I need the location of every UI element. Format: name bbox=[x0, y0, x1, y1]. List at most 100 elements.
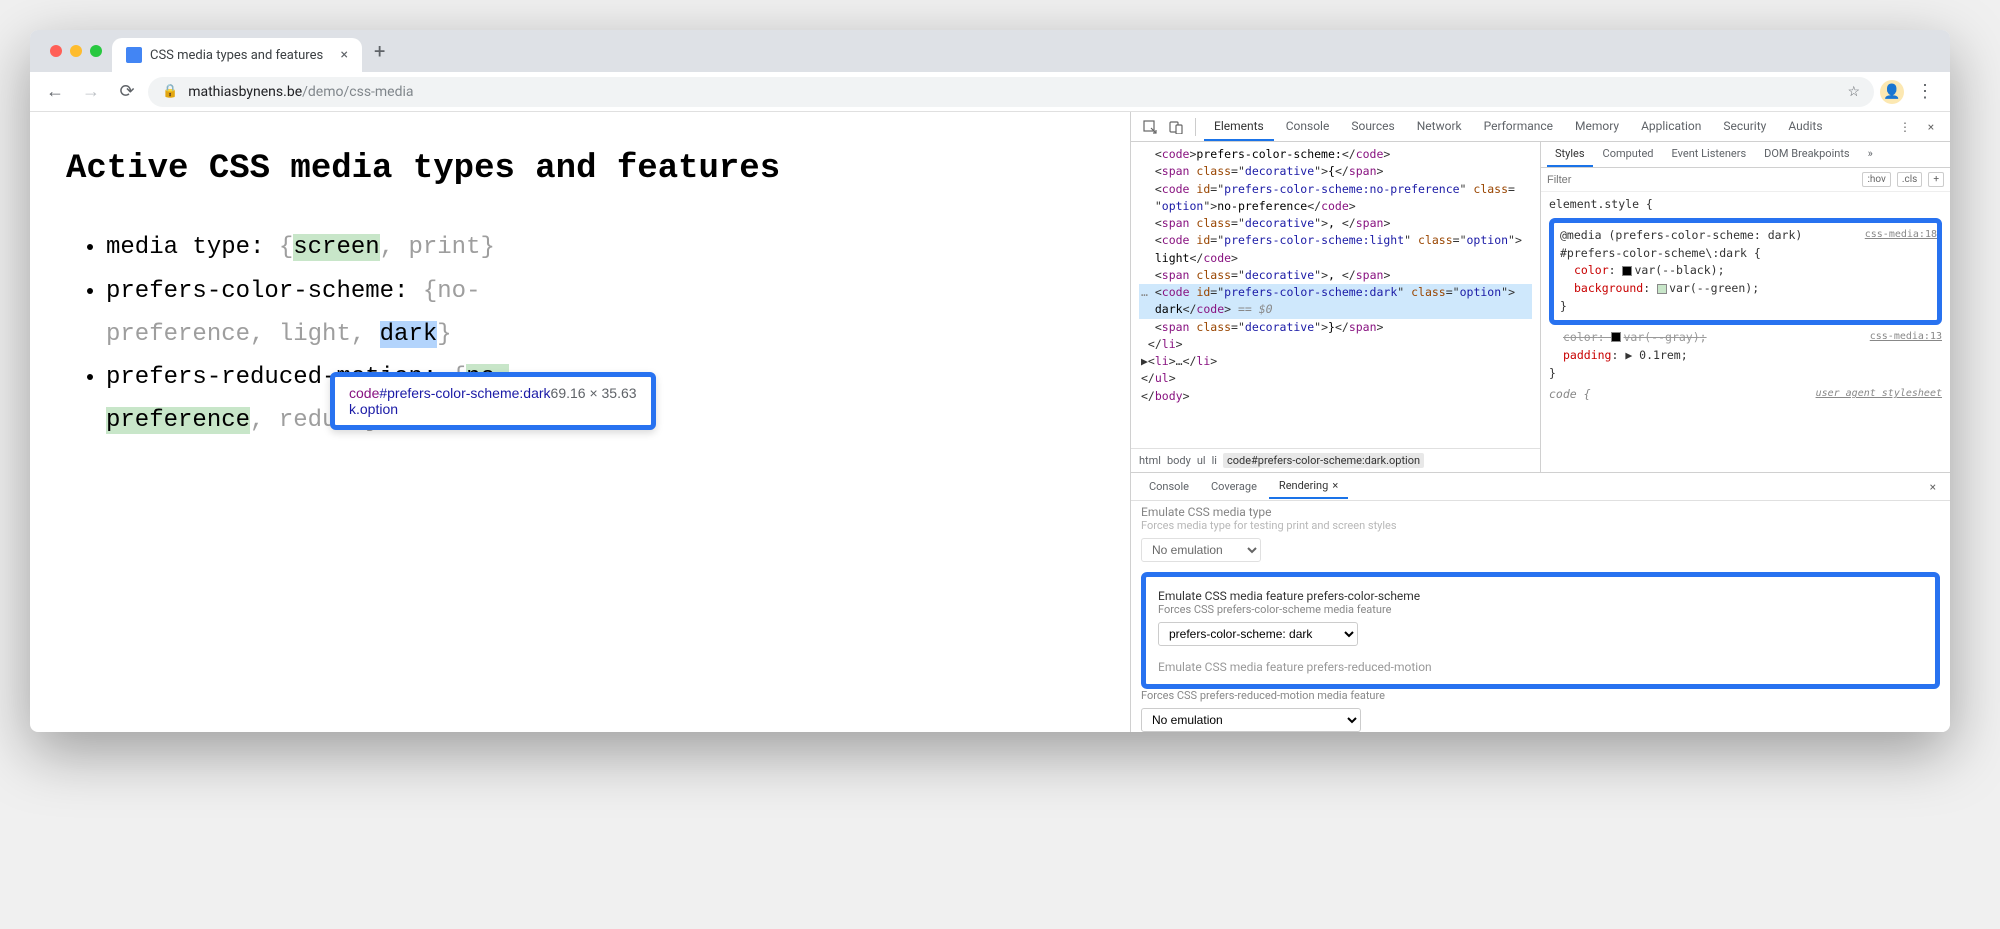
traffic-lights bbox=[40, 45, 112, 57]
crumb[interactable]: ul bbox=[1197, 454, 1206, 467]
tab-memory[interactable]: Memory bbox=[1565, 113, 1629, 141]
dom-breadcrumb[interactable]: html body ul li code#prefers-color-schem… bbox=[1131, 448, 1540, 472]
page-viewport: Active CSS media types and features medi… bbox=[30, 112, 1130, 732]
page-title: Active CSS media types and features bbox=[66, 142, 1094, 196]
window-close[interactable] bbox=[50, 45, 62, 57]
add-rule-icon[interactable]: + bbox=[1928, 172, 1944, 187]
close-icon[interactable]: × bbox=[1332, 479, 1338, 492]
crumb-active[interactable]: code#prefers-color-scheme:dark.option bbox=[1223, 453, 1424, 468]
drawer-close-icon[interactable]: × bbox=[1924, 480, 1942, 494]
browser-tab[interactable]: CSS media types and features × bbox=[112, 38, 362, 72]
tooltip-id: #prefers-color-scheme:dark bbox=[379, 385, 550, 401]
window-minimize[interactable] bbox=[70, 45, 82, 57]
source-link[interactable]: css-media:13 bbox=[1870, 329, 1942, 345]
prop-value: var(--green) bbox=[1669, 281, 1752, 295]
section-title: Emulate CSS media feature prefers-reduce… bbox=[1158, 660, 1923, 674]
styles-body[interactable]: element.style { css-media:18 @media (pre… bbox=[1541, 192, 1950, 472]
cls-toggle[interactable]: .cls bbox=[1897, 172, 1922, 187]
list-item: media type: {screen, print} bbox=[106, 226, 1094, 269]
inspect-icon[interactable] bbox=[1139, 116, 1161, 138]
ua-rule: user agent stylesheet code { bbox=[1549, 386, 1942, 404]
toolbar: ← → ⟳ 🔒 mathiasbynens.be/demo/css-media … bbox=[30, 72, 1950, 112]
tooltip-tag: code bbox=[349, 385, 379, 401]
section-desc: Forces CSS prefers-color-scheme media fe… bbox=[1158, 603, 1923, 616]
devtools-panel: Elements Console Sources Network Perform… bbox=[1130, 112, 1950, 732]
rule-close: } bbox=[1549, 365, 1942, 383]
tab-close-icon[interactable]: × bbox=[341, 47, 348, 63]
devtools-close-icon[interactable]: × bbox=[1920, 116, 1942, 138]
rule-close: } bbox=[1560, 298, 1931, 316]
back-button[interactable]: ← bbox=[40, 77, 70, 107]
tab-audits[interactable]: Audits bbox=[1778, 113, 1832, 141]
devtools-toolbar: Elements Console Sources Network Perform… bbox=[1131, 112, 1950, 142]
tab-styles[interactable]: Styles bbox=[1547, 142, 1593, 167]
devtools-tabs: Elements Console Sources Network Perform… bbox=[1204, 113, 1890, 141]
styles-filter-input[interactable] bbox=[1547, 174, 1856, 186]
list-item: prefers-color-scheme: {no-preference, li… bbox=[106, 270, 1094, 356]
reduced-motion-select[interactable]: No emulation bbox=[1141, 708, 1361, 732]
section-desc: Forces media type for testing print and … bbox=[1141, 519, 1940, 532]
prop-value: var(--gray) bbox=[1623, 330, 1699, 344]
tooltip-dimensions: 69.16 × 35.63 bbox=[551, 385, 637, 401]
crumb[interactable]: body bbox=[1167, 454, 1191, 467]
tab-label: Rendering bbox=[1279, 479, 1328, 492]
crumb[interactable]: li bbox=[1212, 454, 1217, 467]
element-style-rule: element.style { bbox=[1549, 196, 1942, 214]
dom-tree[interactable]: <code>prefers-color-scheme:</code> <span… bbox=[1131, 142, 1540, 448]
media-type-select[interactable]: No emulation bbox=[1141, 538, 1261, 562]
devtools-menu-icon[interactable]: ⋮ bbox=[1894, 116, 1916, 138]
rendering-body: Emulate CSS media type Forces media type… bbox=[1131, 501, 1950, 732]
tab-console[interactable]: Console bbox=[1276, 113, 1340, 141]
menu-button[interactable]: ⋮ bbox=[1910, 77, 1940, 107]
tab-security[interactable]: Security bbox=[1713, 113, 1776, 141]
elements-pane: <code>prefers-color-scheme:</code> <span… bbox=[1131, 142, 1541, 472]
url-host: mathiasbynens.be bbox=[188, 84, 302, 100]
styles-pane: Styles Computed Event Listeners DOM Brea… bbox=[1541, 142, 1950, 472]
tab-application[interactable]: Application bbox=[1631, 113, 1711, 141]
tooltip-class: k.option bbox=[349, 401, 398, 417]
color-scheme-callout: Emulate CSS media feature prefers-color-… bbox=[1141, 572, 1940, 689]
section-title: Emulate CSS media feature prefers-color-… bbox=[1158, 589, 1923, 603]
option-rule: css-media:13 color: var(--gray); padding… bbox=[1549, 329, 1942, 382]
element-inspector-tooltip: code#prefers-color-scheme:dark 69.16 × 3… bbox=[330, 372, 656, 430]
new-tab-button[interactable]: + bbox=[362, 39, 397, 63]
section-title: Emulate CSS media type bbox=[1141, 505, 1940, 519]
tab-strip: CSS media types and features × + bbox=[30, 30, 1950, 72]
source-link[interactable]: css-media:18 bbox=[1865, 227, 1937, 243]
reload-button[interactable]: ⟳ bbox=[112, 77, 142, 107]
crumb[interactable]: html bbox=[1139, 454, 1161, 467]
tab-more-icon[interactable]: » bbox=[1860, 142, 1881, 167]
prop-value: ▶ 0.1rem bbox=[1625, 348, 1680, 362]
selector-text: code { bbox=[1549, 387, 1591, 401]
tab-performance[interactable]: Performance bbox=[1474, 113, 1563, 141]
drawer-panel: Console Coverage Rendering × × Emulate C… bbox=[1131, 472, 1950, 732]
selector-text: #prefers-color-scheme\:dark { bbox=[1560, 245, 1931, 263]
tab-event-listeners[interactable]: Event Listeners bbox=[1664, 142, 1755, 167]
url-path: /demo/css-media bbox=[302, 84, 413, 100]
browser-window: CSS media types and features × + ← → ⟳ 🔒… bbox=[30, 30, 1950, 732]
media-rule-callout: css-media:18 @media (prefers-color-schem… bbox=[1549, 218, 1942, 325]
star-icon[interactable]: ☆ bbox=[1847, 84, 1860, 100]
ua-link: user agent stylesheet bbox=[1816, 386, 1942, 402]
color-scheme-select[interactable]: prefers-color-scheme: dark bbox=[1158, 622, 1358, 646]
favicon-icon bbox=[126, 47, 142, 63]
device-toggle-icon[interactable] bbox=[1165, 116, 1187, 138]
tab-sources[interactable]: Sources bbox=[1341, 113, 1404, 141]
drawer-tab-coverage[interactable]: Coverage bbox=[1201, 475, 1267, 498]
hov-toggle[interactable]: :hov bbox=[1862, 172, 1890, 187]
drawer-tab-console[interactable]: Console bbox=[1139, 475, 1199, 498]
prop-value: var(--black) bbox=[1634, 263, 1717, 277]
drawer-tab-rendering[interactable]: Rendering × bbox=[1269, 474, 1348, 499]
forward-button[interactable]: → bbox=[76, 77, 106, 107]
rule-text: element.style { bbox=[1549, 197, 1653, 211]
tab-network[interactable]: Network bbox=[1407, 113, 1472, 141]
tab-computed[interactable]: Computed bbox=[1595, 142, 1662, 167]
tab-dom-breakpoints[interactable]: DOM Breakpoints bbox=[1756, 142, 1857, 167]
tab-elements[interactable]: Elements bbox=[1204, 113, 1274, 141]
lock-icon: 🔒 bbox=[162, 84, 178, 99]
url-bar[interactable]: 🔒 mathiasbynens.be/demo/css-media ☆ bbox=[148, 77, 1874, 107]
window-maximize[interactable] bbox=[90, 45, 102, 57]
profile-avatar[interactable]: 👤 bbox=[1880, 80, 1904, 104]
section-desc: Forces CSS prefers-reduced-motion media … bbox=[1141, 689, 1940, 702]
tab-title: CSS media types and features bbox=[150, 48, 323, 63]
